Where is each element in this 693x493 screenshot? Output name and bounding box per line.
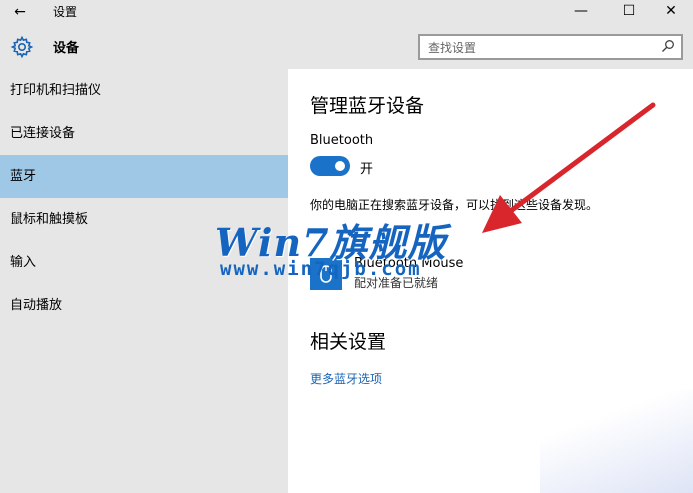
annotation-arrow (482, 102, 656, 233)
window-title: 设置 (53, 5, 78, 19)
sidebar-item-bluetooth[interactable]: 蓝牙 (0, 155, 288, 198)
sidebar-nav: 打印机和扫描仪 已连接设备 蓝牙 鼠标和触摸板 输入 自动播放 (0, 69, 288, 327)
maximize-button[interactable]: ☐ (606, 0, 652, 24)
toggle-knob (335, 161, 345, 171)
page-header: 设备 (0, 24, 288, 69)
sidebar-item-connected-devices[interactable]: 已连接设备 (0, 112, 288, 155)
background-decoration (540, 390, 693, 493)
watermark-url: www.win7qjb.com (220, 258, 422, 280)
section-title-related-settings: 相关设置 (310, 331, 387, 353)
back-button[interactable]: ← (10, 2, 30, 22)
section-title-manage-bluetooth: 管理蓝牙设备 (310, 95, 425, 117)
gear-icon (10, 35, 34, 59)
search-bar-area (288, 24, 693, 69)
bluetooth-toggle[interactable] (310, 156, 350, 176)
sidebar-item-autoplay[interactable]: 自动播放 (0, 284, 288, 327)
sidebar-item-printers[interactable]: 打印机和扫描仪 (0, 69, 288, 112)
toggle-state-label: 开 (360, 162, 374, 177)
page-title: 设备 (53, 41, 80, 56)
title-bar: ← 设置 — ☐ ✕ (0, 0, 693, 24)
more-bluetooth-options-link[interactable]: 更多蓝牙选项 (310, 370, 382, 387)
minimize-button[interactable]: — (558, 0, 604, 24)
bluetooth-label: Bluetooth (310, 133, 374, 148)
search-icon[interactable] (661, 39, 675, 53)
search-input[interactable] (428, 40, 648, 56)
close-button[interactable]: ✕ (648, 0, 693, 24)
search-box[interactable] (418, 34, 683, 60)
